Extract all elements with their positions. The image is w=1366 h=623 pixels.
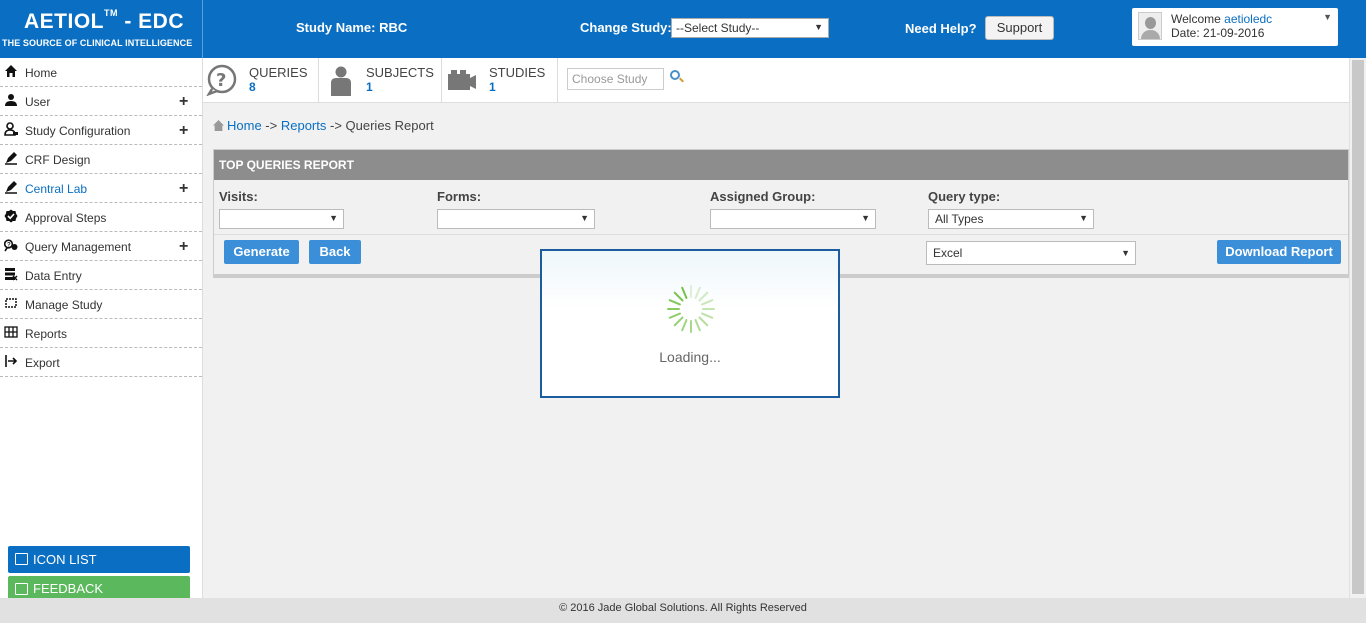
assigned-group-select[interactable]: ▼: [710, 209, 876, 229]
spinner-icon: [667, 285, 715, 333]
envelope-icon: [15, 583, 28, 595]
expand-icon[interactable]: +: [179, 123, 188, 139]
assigned-group-label: Assigned Group:: [710, 189, 816, 204]
expand-icon[interactable]: +: [179, 239, 188, 255]
expand-icon[interactable]: +: [179, 94, 188, 110]
divider: [214, 234, 1348, 235]
list-icon: [15, 553, 28, 565]
app-logo[interactable]: AETIOLTM - EDC THE SOURCE OF CLINICAL IN…: [0, 0, 203, 58]
sidebar-item-central-lab[interactable]: Central Lab +: [0, 174, 202, 203]
avatar: [1138, 12, 1162, 40]
support-button[interactable]: Support: [985, 16, 1054, 40]
check-badge-icon: [4, 209, 18, 223]
visits-select[interactable]: ▼: [219, 209, 344, 229]
loading-text: Loading...: [659, 349, 721, 365]
sidebar-item-study-configuration[interactable]: Study Configuration +: [0, 116, 202, 145]
vertical-scrollbar[interactable]: [1349, 58, 1366, 598]
sidebar-item-home[interactable]: Home: [0, 58, 202, 87]
home-icon: [213, 120, 224, 131]
need-help-label: Need Help?: [905, 21, 977, 36]
footer: © 2016 Jade Global Solutions. All Rights…: [0, 598, 1366, 623]
study-select[interactable]: --Select Study-- ▼: [671, 18, 829, 38]
person-icon: [331, 66, 351, 96]
pencil-icon: [5, 152, 17, 165]
user-config-icon: [4, 122, 18, 136]
top-header: AETIOLTM - EDC THE SOURCE OF CLINICAL IN…: [0, 0, 1366, 58]
query-type-select[interactable]: All Types ▼: [928, 209, 1094, 229]
change-study-label: Change Study:: [580, 20, 672, 35]
sidebar-item-crf-design[interactable]: CRF Design: [0, 145, 202, 174]
sidebar: Home User + Study Configuration + CRF De…: [0, 58, 203, 598]
export-icon: [5, 355, 18, 367]
scrollbar-thumb[interactable]: [1352, 60, 1364, 594]
stat-studies[interactable]: STUDIES 1: [442, 58, 558, 103]
query-type-label: Query type:: [928, 189, 1001, 204]
study-name: Study Name: RBC: [296, 20, 408, 35]
sidebar-item-manage-study[interactable]: Manage Study: [0, 290, 202, 319]
svg-text:?: ?: [7, 243, 11, 249]
chevron-down-icon: ▼: [1079, 213, 1088, 223]
user-icon: [5, 94, 17, 106]
breadcrumb-home[interactable]: Home: [227, 118, 262, 133]
chevron-down-icon: ▼: [580, 213, 589, 223]
sidebar-item-approval-steps[interactable]: Approval Steps: [0, 203, 202, 232]
chevron-down-icon: ▼: [329, 213, 338, 223]
breadcrumb: Home -> Reports -> Queries Report: [213, 118, 434, 133]
film-icon: [448, 70, 476, 90]
breadcrumb-reports[interactable]: Reports: [281, 118, 327, 133]
username-link[interactable]: aetioledc: [1224, 12, 1272, 26]
home-icon: [5, 65, 17, 77]
stat-queries[interactable]: ? QUERIES 8: [203, 58, 319, 103]
generate-button[interactable]: Generate: [224, 240, 299, 264]
breadcrumb-current: Queries Report: [345, 118, 434, 133]
forms-label: Forms:: [437, 189, 482, 204]
database-icon: [5, 268, 18, 281]
panel-title: TOP QUERIES REPORT: [214, 150, 1348, 180]
sidebar-item-data-entry[interactable]: Data Entry: [0, 261, 202, 290]
visits-label: Visits:: [219, 189, 258, 204]
back-button[interactable]: Back: [309, 240, 361, 264]
stats-bar: ? QUERIES 8 SUBJECTS 1 STUDIES 1 Choose …: [203, 58, 1349, 103]
welcome-text: Welcome aetioledc Date: 21-09-2016: [1171, 12, 1273, 40]
frame-icon: [5, 298, 17, 308]
logo-title: AETIOLTM - EDC: [24, 8, 184, 33]
forms-select[interactable]: ▼: [437, 209, 595, 229]
loading-dialog: Loading...: [540, 249, 840, 398]
icon-list-button[interactable]: ICON LIST: [8, 546, 190, 573]
stat-subjects[interactable]: SUBJECTS 1: [319, 58, 442, 103]
chevron-down-icon[interactable]: ▼: [1323, 12, 1332, 22]
question-bubble-icon: ?: [206, 64, 237, 96]
chevron-down-icon: ▼: [1121, 248, 1130, 258]
pencil-icon: [5, 181, 17, 194]
search-icon[interactable]: [670, 70, 680, 80]
sidebar-item-export[interactable]: Export: [0, 348, 202, 377]
report-grid-icon: [4, 326, 18, 338]
download-report-button[interactable]: Download Report: [1217, 240, 1341, 264]
feedback-button[interactable]: FEEDBACK: [8, 576, 190, 598]
export-format-select[interactable]: Excel ▼: [926, 241, 1136, 265]
sidebar-item-query-management[interactable]: ? Query Management +: [0, 232, 202, 261]
query-icon: ?: [4, 239, 18, 252]
chevron-down-icon: ▼: [814, 22, 823, 32]
sidebar-item-reports[interactable]: Reports: [0, 319, 202, 348]
svg-text:?: ?: [216, 70, 226, 91]
sidebar-item-user[interactable]: User +: [0, 87, 202, 116]
logo-tagline: THE SOURCE OF CLINICAL INTELLIGENCE: [2, 38, 193, 48]
current-date: Date: 21-09-2016: [1171, 26, 1265, 40]
choose-study-input[interactable]: Choose Study: [567, 68, 664, 90]
user-menu[interactable]: Welcome aetioledc Date: 21-09-2016 ▼: [1132, 8, 1338, 46]
chevron-down-icon: ▼: [861, 213, 870, 223]
expand-icon[interactable]: +: [179, 181, 188, 197]
